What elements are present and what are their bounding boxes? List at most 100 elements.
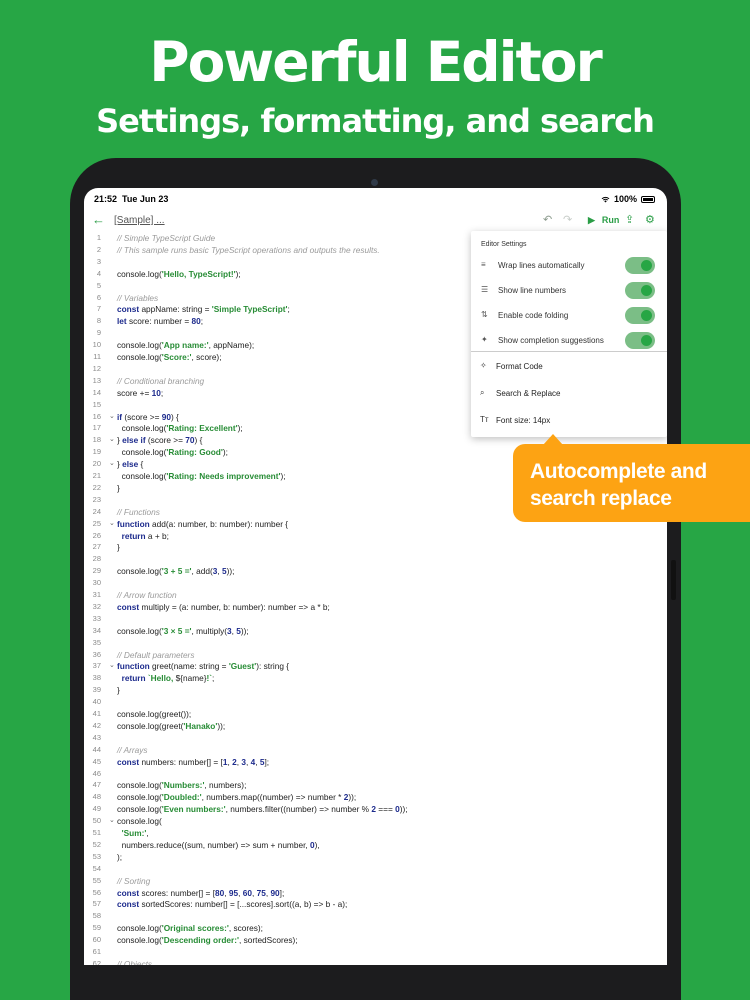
line-number: 22: [92, 482, 101, 492]
code-line[interactable]: 57 const sortedScores: number[] = [...sco…: [84, 898, 667, 910]
code-line[interactable]: 39}: [84, 684, 667, 696]
code-text: console.log('3 + 5 =', add(3, 5));: [117, 566, 235, 577]
settings-menu-icon[interactable]: ⚙: [645, 213, 655, 226]
code-line[interactable]: 33: [84, 613, 667, 625]
code-line[interactable]: 27}: [84, 541, 667, 553]
code-line[interactable]: 26 return a + b;: [84, 530, 667, 542]
code-line[interactable]: 51 'Sum:',: [84, 827, 667, 839]
code-line[interactable]: 31 // Arrow function: [84, 589, 667, 601]
undo-icon[interactable]: ↶: [543, 213, 552, 226]
code-line[interactable]: 30: [84, 577, 667, 589]
format-code-item[interactable]: ✧ Format Code: [471, 353, 667, 378]
code-text: console.log('Rating: Needs improvement')…: [117, 471, 286, 481]
code-line[interactable]: 60 console.log('Descending order:', sorte…: [84, 934, 667, 946]
code-line[interactable]: 46: [84, 768, 667, 780]
code-line[interactable]: 44 // Arrays: [84, 744, 667, 756]
code-line[interactable]: 54: [84, 863, 667, 875]
code-line[interactable]: 53);: [84, 851, 667, 863]
completion-toggle[interactable]: [625, 332, 655, 349]
toggle-row-completion[interactable]: ✦ Show completion suggestions: [471, 328, 667, 353]
magic-wand-icon: ✦: [481, 335, 488, 344]
code-line[interactable]: 34 console.log('3 × 5 =', multiply(3, 5))…: [84, 625, 667, 637]
status-date: Tue Jun 23: [122, 194, 169, 204]
code-line[interactable]: 37 ⌄ function greet(name: string = 'Guest'…: [84, 660, 667, 672]
line-number: 41: [92, 709, 101, 718]
code-line[interactable]: 59 console.log('Original scores:', scores…: [84, 922, 667, 934]
code-text: }: [117, 685, 120, 696]
share-icon[interactable]: ⇪: [625, 213, 634, 226]
fold-chevron-icon[interactable]: ⌄: [109, 411, 115, 423]
font-size-item[interactable]: Tт Font size: 14px: [471, 407, 667, 432]
code-line[interactable]: 40: [84, 696, 667, 708]
line-number: 60: [92, 935, 101, 945]
screen: 21:52 Tue Jun 23 100% ← [Sample] ... ↶ ↷…: [84, 188, 667, 965]
line-number: 50: [92, 816, 101, 826]
code-line[interactable]: 56 const scores: number[] = [80, 95, 60, …: [84, 887, 667, 899]
code-line[interactable]: 42 console.log(greet('Hanako'));: [84, 720, 667, 732]
search-replace-item[interactable]: ⌕ Search & Replace: [471, 380, 667, 405]
code-line[interactable]: 58: [84, 910, 667, 922]
wifi-icon: [601, 196, 610, 202]
fold-chevron-icon[interactable]: ⌄: [109, 458, 115, 470]
line-number: 45: [92, 756, 101, 766]
file-title[interactable]: [Sample] ...: [114, 215, 165, 226]
hero-subtitle: Settings, formatting, and search: [96, 102, 655, 140]
line-number: 17: [92, 423, 101, 433]
code-text: if (score >= 90) {: [117, 411, 179, 422]
code-line[interactable]: 62 // Objects: [84, 958, 667, 965]
line-number: 20: [92, 459, 101, 469]
line-numbers-toggle[interactable]: [625, 282, 655, 299]
code-line[interactable]: 32 const multiply = (a: number, b: number…: [84, 601, 667, 613]
line-number: 9: [96, 328, 101, 338]
fold-chevron-icon[interactable]: ⌄: [109, 434, 115, 446]
code-line[interactable]: 50 ⌄ console.log(: [84, 815, 667, 827]
search-replace-icon: ⌕: [480, 388, 485, 397]
code-line[interactable]: 41 console.log(greet());: [84, 708, 667, 720]
code-line[interactable]: 36 // Default parameters: [84, 649, 667, 661]
code-text: console.log('Hello, TypeScript!');: [117, 268, 241, 279]
fold-chevron-icon[interactable]: ⌄: [109, 660, 115, 672]
action-label: Format Code: [496, 362, 543, 371]
code-text: // Arrow function: [117, 590, 177, 600]
code-line[interactable]: 38 return `Hello, ${name}!`;: [84, 672, 667, 684]
back-arrow-icon[interactable]: ←: [92, 212, 105, 227]
code-line[interactable]: 61: [84, 946, 667, 958]
code-line[interactable]: 49 console.log('Even numbers:', numbers.f…: [84, 803, 667, 815]
code-line[interactable]: 28: [84, 553, 667, 565]
run-button[interactable]: ▶ Run: [588, 215, 619, 226]
line-number: 8: [96, 316, 101, 326]
code-line[interactable]: 52 numbers.reduce((sum, number) => sum +…: [84, 839, 667, 851]
callout-text: Autocomplete and search replace: [530, 458, 740, 512]
line-number: 43: [92, 732, 101, 742]
toggle-row-wrap-lines[interactable]: ≡ Wrap lines automatically: [471, 253, 667, 278]
callout-line-2: search replace: [530, 487, 672, 510]
line-number: 1: [96, 233, 101, 242]
wrap-lines-toggle[interactable]: [625, 257, 655, 274]
line-number: 2: [96, 244, 101, 254]
code-text: 'Sum:',: [121, 828, 149, 838]
camera: [371, 179, 378, 186]
line-number: 44: [92, 744, 101, 754]
redo-icon[interactable]: ↷: [563, 213, 572, 226]
line-number: 36: [92, 649, 101, 659]
code-line[interactable]: 48 console.log('Doubled:', numbers.map((n…: [84, 791, 667, 803]
toggle-label: Show line numbers: [498, 286, 567, 295]
toggle-row-code-folding[interactable]: ⇅ Enable code folding: [471, 303, 667, 328]
code-line[interactable]: 45 const numbers: number[] = [1, 2, 3, 4,…: [84, 756, 667, 768]
code-line[interactable]: 55 // Sorting: [84, 875, 667, 887]
side-button: [671, 560, 676, 600]
code-line[interactable]: 29 console.log('3 + 5 =', add(3, 5));: [84, 565, 667, 577]
code-text: console.log('Even numbers:', numbers.fil…: [117, 804, 408, 815]
code-folding-toggle[interactable]: [625, 307, 655, 324]
fold-chevron-icon[interactable]: ⌄: [109, 518, 115, 530]
code-text: // Objects: [117, 958, 153, 965]
code-line[interactable]: 43: [84, 732, 667, 744]
code-text: // Simple TypeScript Guide: [117, 233, 216, 243]
code-line[interactable]: 47 console.log('Numbers:', numbers);: [84, 779, 667, 791]
line-number: 47: [92, 780, 101, 790]
code-line[interactable]: 35: [84, 637, 667, 649]
toggle-row-line-numbers[interactable]: ☰ Show line numbers: [471, 278, 667, 303]
fold-chevron-icon[interactable]: ⌄: [109, 815, 115, 827]
editor-toolbar: ← [Sample] ... ↶ ↷ ▶ Run ⇪ ⚙: [84, 210, 667, 232]
code-text: } else {: [117, 459, 144, 470]
